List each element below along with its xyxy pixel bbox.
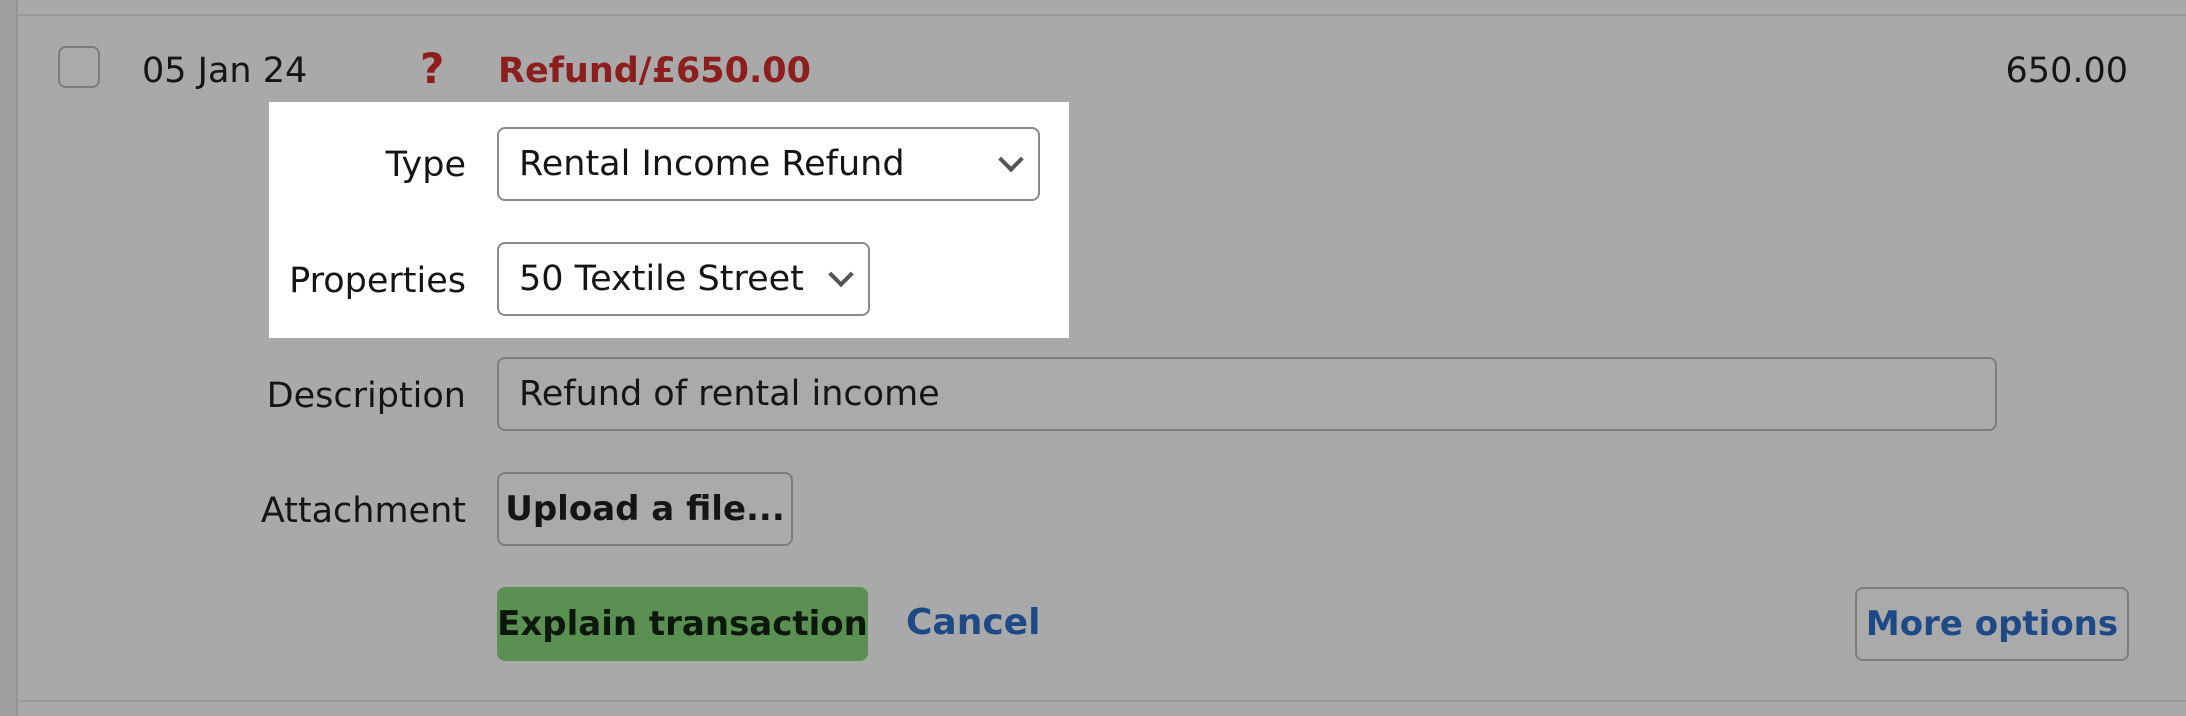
properties-select[interactable]: 50 Textile Street [497,242,870,316]
upload-file-button[interactable]: Upload a file... [497,472,793,546]
attachment-label: Attachment [260,491,466,531]
type-select[interactable]: Rental Income Refund [497,127,1040,201]
type-label: Type [385,145,466,185]
cancel-link[interactable]: Cancel [906,600,1040,646]
description-value: Refund of rental income [519,374,940,414]
chevron-down-icon [828,261,854,288]
description-label: Description [266,376,466,416]
chevron-down-icon [998,146,1024,173]
more-options-button[interactable]: More options [1855,587,2129,661]
transaction-date: 05 Jan 24 [142,51,308,91]
row-divider-top [16,14,2186,16]
explain-transaction-button[interactable]: Explain transaction [497,587,868,661]
left-border [0,0,18,716]
description-input[interactable]: Refund of rental income [497,357,1997,431]
transaction-amount: 650.00 [2005,51,2128,91]
row-divider-bottom [16,700,2186,702]
transaction-title: Refund/£650.00 [498,51,812,91]
type-select-value: Rental Income Refund [519,144,905,184]
transaction-select-checkbox[interactable] [58,46,100,88]
properties-label: Properties [289,261,466,301]
question-icon: ? [420,44,445,93]
properties-select-value: 50 Textile Street [519,259,804,299]
